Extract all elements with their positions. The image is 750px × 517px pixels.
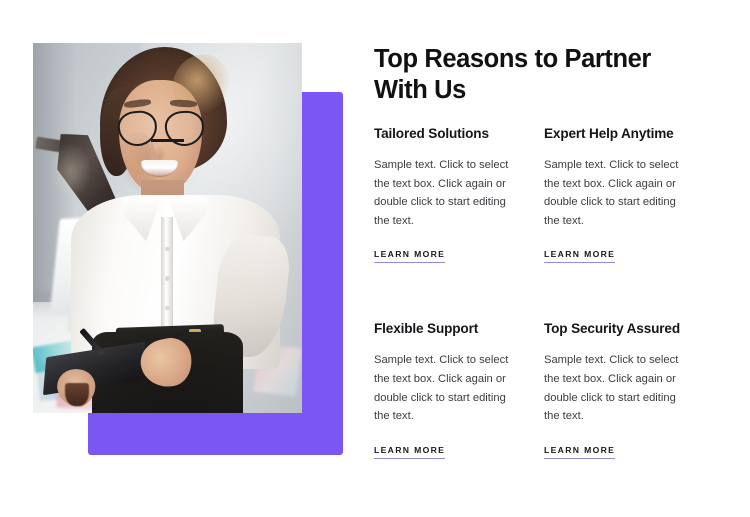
- learn-more-link[interactable]: LEARN MORE: [374, 445, 446, 459]
- learn-more-link[interactable]: LEARN MORE: [544, 445, 616, 459]
- photo-shirt-button: [164, 246, 170, 252]
- feature-card-body: Sample text. Click to select the text bo…: [544, 159, 679, 227]
- feature-card: Flexible Support Sample text. Click to s…: [374, 320, 520, 459]
- photo-lamp-glow: [49, 142, 93, 199]
- page-root: Top Reasons to Partner With Us Tailored …: [0, 0, 750, 517]
- feature-card: Expert Help Anytime Sample text. Click t…: [544, 125, 690, 264]
- feature-card-body: Sample text. Click to select the text bo…: [544, 354, 679, 423]
- photo-cup: [65, 383, 90, 406]
- feature-card-title: Top Security Assured: [544, 321, 680, 337]
- learn-more-link[interactable]: LEARN MORE: [544, 249, 616, 264]
- feature-card-title: Expert Help Anytime: [544, 126, 674, 141]
- page-title: Top Reasons to Partner With Us: [374, 45, 651, 104]
- learn-more-link[interactable]: LEARN MORE: [374, 249, 446, 264]
- hero-photo: [33, 43, 302, 413]
- feature-card-grid: Tailored Solutions Sample text. Click to…: [374, 125, 690, 459]
- feature-card: Top Security Assured Sample text. Click …: [544, 320, 690, 459]
- feature-card-title: Flexible Support: [374, 321, 479, 337]
- photo-glasses-bridge: [151, 139, 184, 142]
- photo-shirt-button: [164, 276, 170, 281]
- feature-card-body: Sample text. Click to select the text bo…: [374, 354, 509, 423]
- feature-card-title: Tailored Solutions: [374, 126, 489, 141]
- hero-visual: [0, 0, 360, 517]
- feature-card: Tailored Solutions Sample text. Click to…: [374, 125, 520, 264]
- feature-card-body: Sample text. Click to select the text bo…: [374, 159, 509, 227]
- photo-shirt-button: [164, 305, 170, 311]
- photo-glasses-lens-right: [164, 110, 205, 148]
- photo-nose: [152, 144, 167, 160]
- photo-glasses-lens-left: [116, 109, 158, 149]
- content-column: Top Reasons to Partner With Us Tailored …: [374, 0, 750, 517]
